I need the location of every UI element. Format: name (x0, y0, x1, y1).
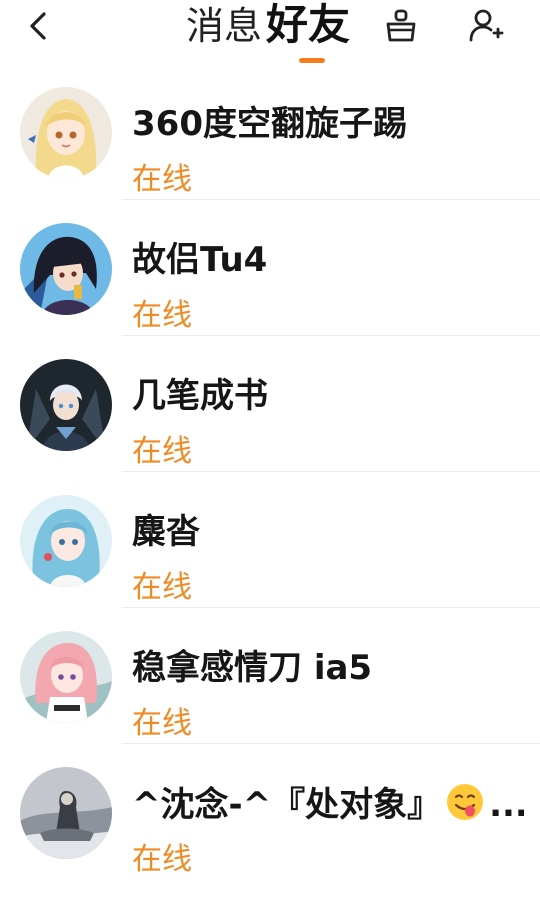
friend-row[interactable]: ^沈念-^『处对象』 ... 在线 (0, 762, 540, 898)
blonde-girl-avatar-icon (20, 87, 112, 179)
dark-hair-boy-avatar-icon (20, 223, 112, 315)
sweep-brush-icon (386, 9, 416, 42)
friend-row[interactable]: 360度空翻旋子踢 在线 (0, 82, 540, 218)
friend-row[interactable]: 几笔成书 在线 (0, 354, 540, 490)
friend-name-text: ^沈念-^『处对象』 (132, 785, 442, 825)
friend-name: 故侣Tu4 (132, 240, 268, 280)
row-divider (122, 743, 540, 744)
add-friend-icon (469, 9, 504, 42)
friend-name: 麋沓 (132, 512, 200, 552)
name-ellipsis: ... (489, 785, 524, 825)
friend-row[interactable]: 麋沓 在线 (0, 490, 540, 626)
gray-mist-avatar-icon (20, 767, 112, 859)
avatar[interactable] (20, 87, 112, 179)
friend-name: 几笔成书 (132, 376, 268, 416)
friend-list: 360度空翻旋子踢 在线 故侣Tu4 在线 几笔成书 在线 麋沓 在线 稳拿感情… (0, 82, 540, 898)
avatar[interactable] (20, 767, 112, 859)
tab-messages[interactable]: 消息 (186, 2, 262, 50)
friend-name: ^沈念-^『处对象』 ... (132, 782, 524, 827)
pink-hair-girl-avatar-icon (20, 631, 112, 723)
friend-name: 稳拿感情刀 ia5 (132, 648, 373, 688)
avatar[interactable] (20, 359, 112, 451)
online-status: 在线 (132, 570, 192, 605)
friend-row[interactable]: 故侣Tu4 在线 (0, 218, 540, 354)
tab-friends[interactable]: 好友 (266, 0, 350, 51)
back-button[interactable] (22, 8, 58, 44)
clean-button[interactable] (381, 6, 421, 46)
online-status: 在线 (132, 842, 192, 877)
avatar[interactable] (20, 223, 112, 315)
row-divider (122, 199, 540, 200)
smiling-face-tongue-emoji-icon (447, 784, 484, 820)
blue-hair-girl-avatar-icon (20, 495, 112, 587)
avatar[interactable] (20, 631, 112, 723)
online-status: 在线 (132, 298, 192, 333)
online-status: 在线 (132, 706, 192, 741)
active-tab-indicator (299, 58, 325, 63)
armored-boy-avatar-icon (20, 359, 112, 451)
online-status: 在线 (132, 434, 192, 469)
back-arrow-icon (30, 12, 46, 40)
add-friend-button[interactable] (466, 6, 506, 46)
online-status: 在线 (132, 162, 192, 197)
row-divider (122, 471, 540, 472)
friend-row[interactable]: 稳拿感情刀 ia5 在线 (0, 626, 540, 762)
row-divider (122, 607, 540, 608)
friend-name: 360度空翻旋子踢 (132, 104, 407, 144)
top-bar: 消息 好友 (0, 0, 540, 80)
row-divider (122, 335, 540, 336)
avatar[interactable] (20, 495, 112, 587)
